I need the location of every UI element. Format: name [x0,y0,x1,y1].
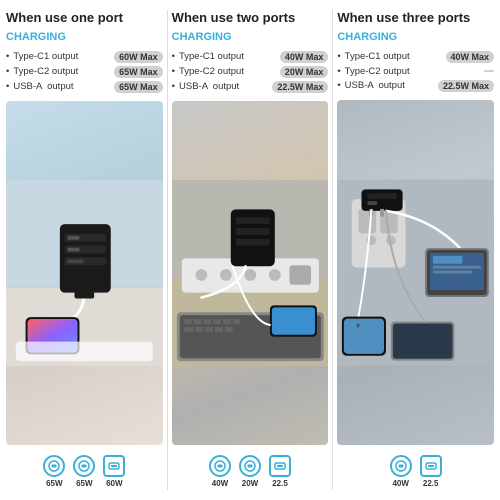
spec-row: • Type-C1 output 40W Max [172,51,329,63]
col-separator-1 [167,10,168,490]
port-icon-group: 40W [390,455,412,488]
port-watt-4: 40W [212,479,228,488]
port-icon-group: 22.5 [420,455,442,488]
col2-photo [172,101,329,445]
usba-icon-1 [103,455,125,477]
spec-row: • Type-C1 output 60W Max [6,51,163,63]
usbc-icon-2 [73,455,95,477]
port-watt-8: 22.5 [423,479,439,488]
spec-row: • Type-C2 output [337,66,494,77]
col1-photo [6,101,163,445]
port-icon-group: 65W [43,455,65,488]
badge-c2-3 [484,70,494,72]
port-icon-group: 40W [209,455,231,488]
column-one-port: When use one port CHARGING • Type-C1 out… [6,10,163,490]
col3-spec-list: • Type-C1 output 40W Max • Type-C2 outpu… [337,51,494,92]
usba-icon-3 [420,455,442,477]
col2-port-icons: 40W 20W 22.5 [172,449,329,490]
port-watt-5: 20W [242,479,258,488]
col1-port-icons: 65W 65W 60W [6,449,163,490]
badge-usba-2: 22.5W Max [272,81,328,93]
usbc-icon-3 [209,455,231,477]
col3-port-icons: 40W 22.5 [337,449,494,490]
badge-c2-2: 20W Max [280,66,329,78]
spec-row: • USB-A output 65W Max [6,81,163,93]
spec-row: • Type-C1 output 40W Max [337,51,494,63]
port-watt-3: 60W [106,479,122,488]
port-icon-group: 20W [239,455,261,488]
col2-spec-list: • Type-C1 output 40W Max • Type-C2 outpu… [172,51,329,93]
port-icon-group: 22.5 [269,455,291,488]
spec-row: • USB-A output 22.5W Max [172,81,329,93]
badge-usba-1: 65W Max [114,81,163,93]
main-container: When use one port CHARGING • Type-C1 out… [0,0,500,500]
col3-title: When use three ports [337,10,494,27]
port-watt-7: 40W [392,479,408,488]
port-watt-1: 65W [46,479,62,488]
badge-c2-1: 65W Max [114,66,163,78]
col3-charging: CHARGING [337,31,494,43]
port-watt-2: 65W [76,479,92,488]
col1-title: When use one port [6,10,163,27]
col2-title: When use two ports [172,10,329,27]
usba-icon-2 [269,455,291,477]
port-icon-group: 65W [73,455,95,488]
col1-spec-list: • Type-C1 output 60W Max • Type-C2 outpu… [6,51,163,93]
usbc-icon-1 [43,455,65,477]
col-separator-2 [332,10,333,490]
spec-row: • USB-A output 22.5W Max [337,80,494,92]
badge-c1-2: 40W Max [280,51,329,63]
spec-row: • Type-C2 output 20W Max [172,66,329,78]
col1-charging: CHARGING [6,31,163,43]
port-icon-group: 60W [103,455,125,488]
spec-row: • Type-C2 output 65W Max [6,66,163,78]
col2-charging: CHARGING [172,31,329,43]
usbc-icon-4 [239,455,261,477]
port-watt-6: 22.5 [272,479,288,488]
usbc-icon-5 [390,455,412,477]
badge-c1-1: 60W Max [114,51,163,63]
badge-c1-3: 40W Max [446,51,495,63]
column-two-ports: When use two ports CHARGING • Type-C1 ou… [172,10,329,490]
column-three-ports: When use three ports CHARGING • Type-C1 … [337,10,494,490]
col3-photo [337,100,494,445]
badge-usba-3: 22.5W Max [438,80,494,92]
